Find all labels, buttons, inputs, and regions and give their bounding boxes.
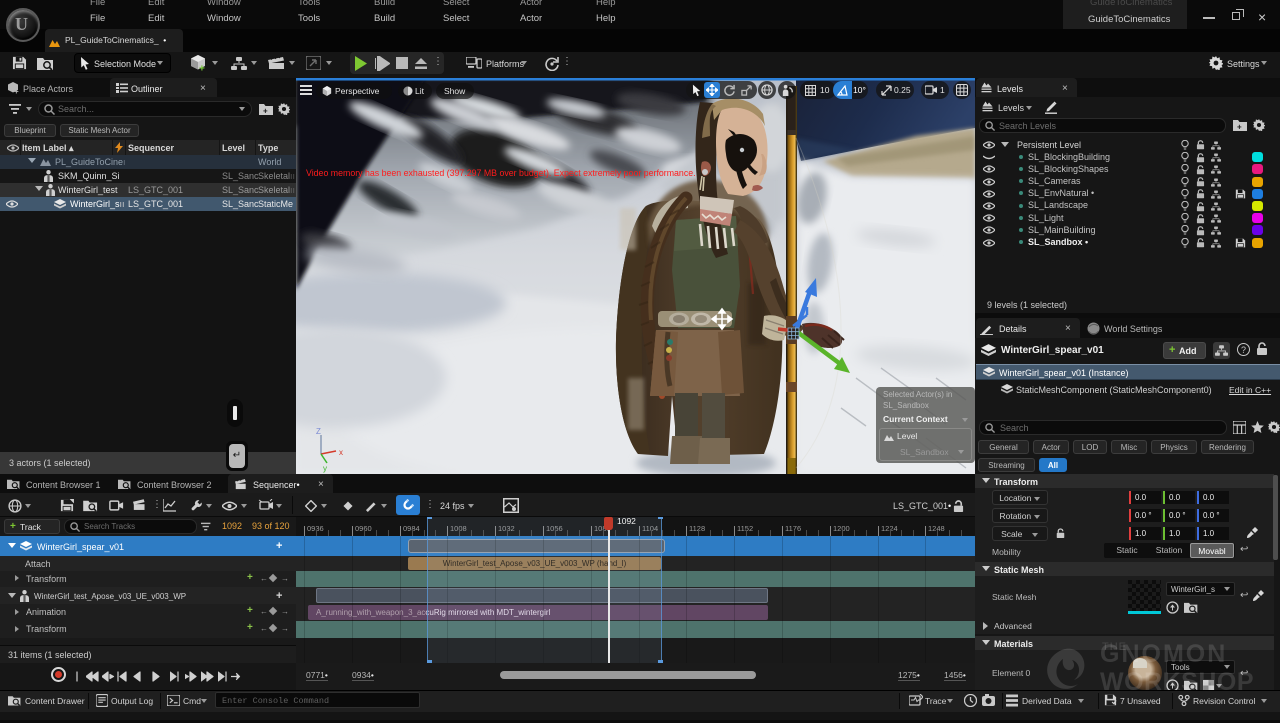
svg-text:x: x — [339, 448, 343, 457]
svg-text:y: y — [323, 464, 327, 473]
svg-text:+: + — [263, 107, 268, 116]
svg-text:+: + — [14, 87, 19, 94]
svg-text:Z: Z — [316, 427, 321, 436]
svg-text:+: + — [1237, 123, 1242, 132]
svg-text:+: + — [1254, 527, 1258, 534]
svg-text:Video memory has been exhauste: Video memory has been exhausted (397.297… — [306, 168, 696, 178]
svg-text:+: + — [199, 64, 205, 73]
